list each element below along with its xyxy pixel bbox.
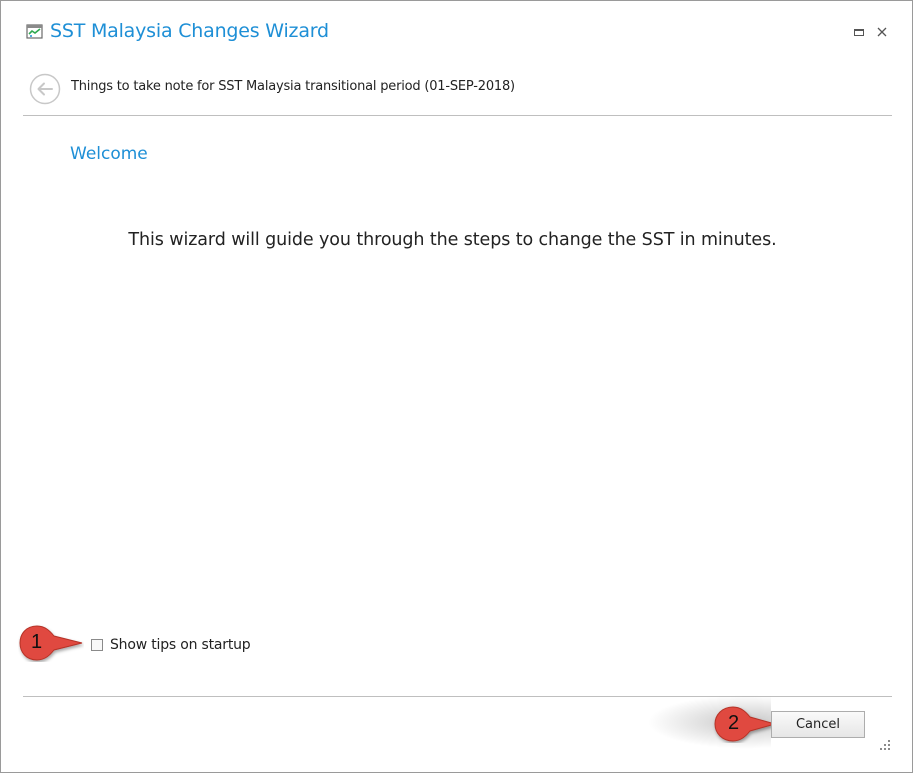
header-divider [23, 115, 892, 116]
step-title: Things to take note for SST Malaysia tra… [71, 79, 515, 94]
callout-number-1: 1 [31, 631, 43, 653]
show-tips-option[interactable]: Show tips on startup [91, 635, 251, 655]
wizard-message: This wizard will guide you through the s… [128, 230, 777, 250]
window-title: SST Malaysia Changes Wizard [50, 20, 329, 42]
wizard-window: SST Malaysia Changes Wizard Things to ta… [0, 0, 913, 773]
callout-number-2: 2 [728, 712, 740, 734]
page-heading: Welcome [70, 144, 148, 164]
wizard-app-icon [26, 24, 43, 39]
show-tips-label: Show tips on startup [110, 637, 251, 653]
maximize-icon[interactable] [852, 25, 866, 39]
cancel-button[interactable]: Cancel [771, 711, 865, 738]
show-tips-checkbox[interactable] [91, 639, 103, 651]
close-icon[interactable] [875, 25, 889, 39]
resize-grip-icon[interactable] [879, 739, 891, 751]
back-arrow-icon[interactable] [29, 73, 61, 105]
